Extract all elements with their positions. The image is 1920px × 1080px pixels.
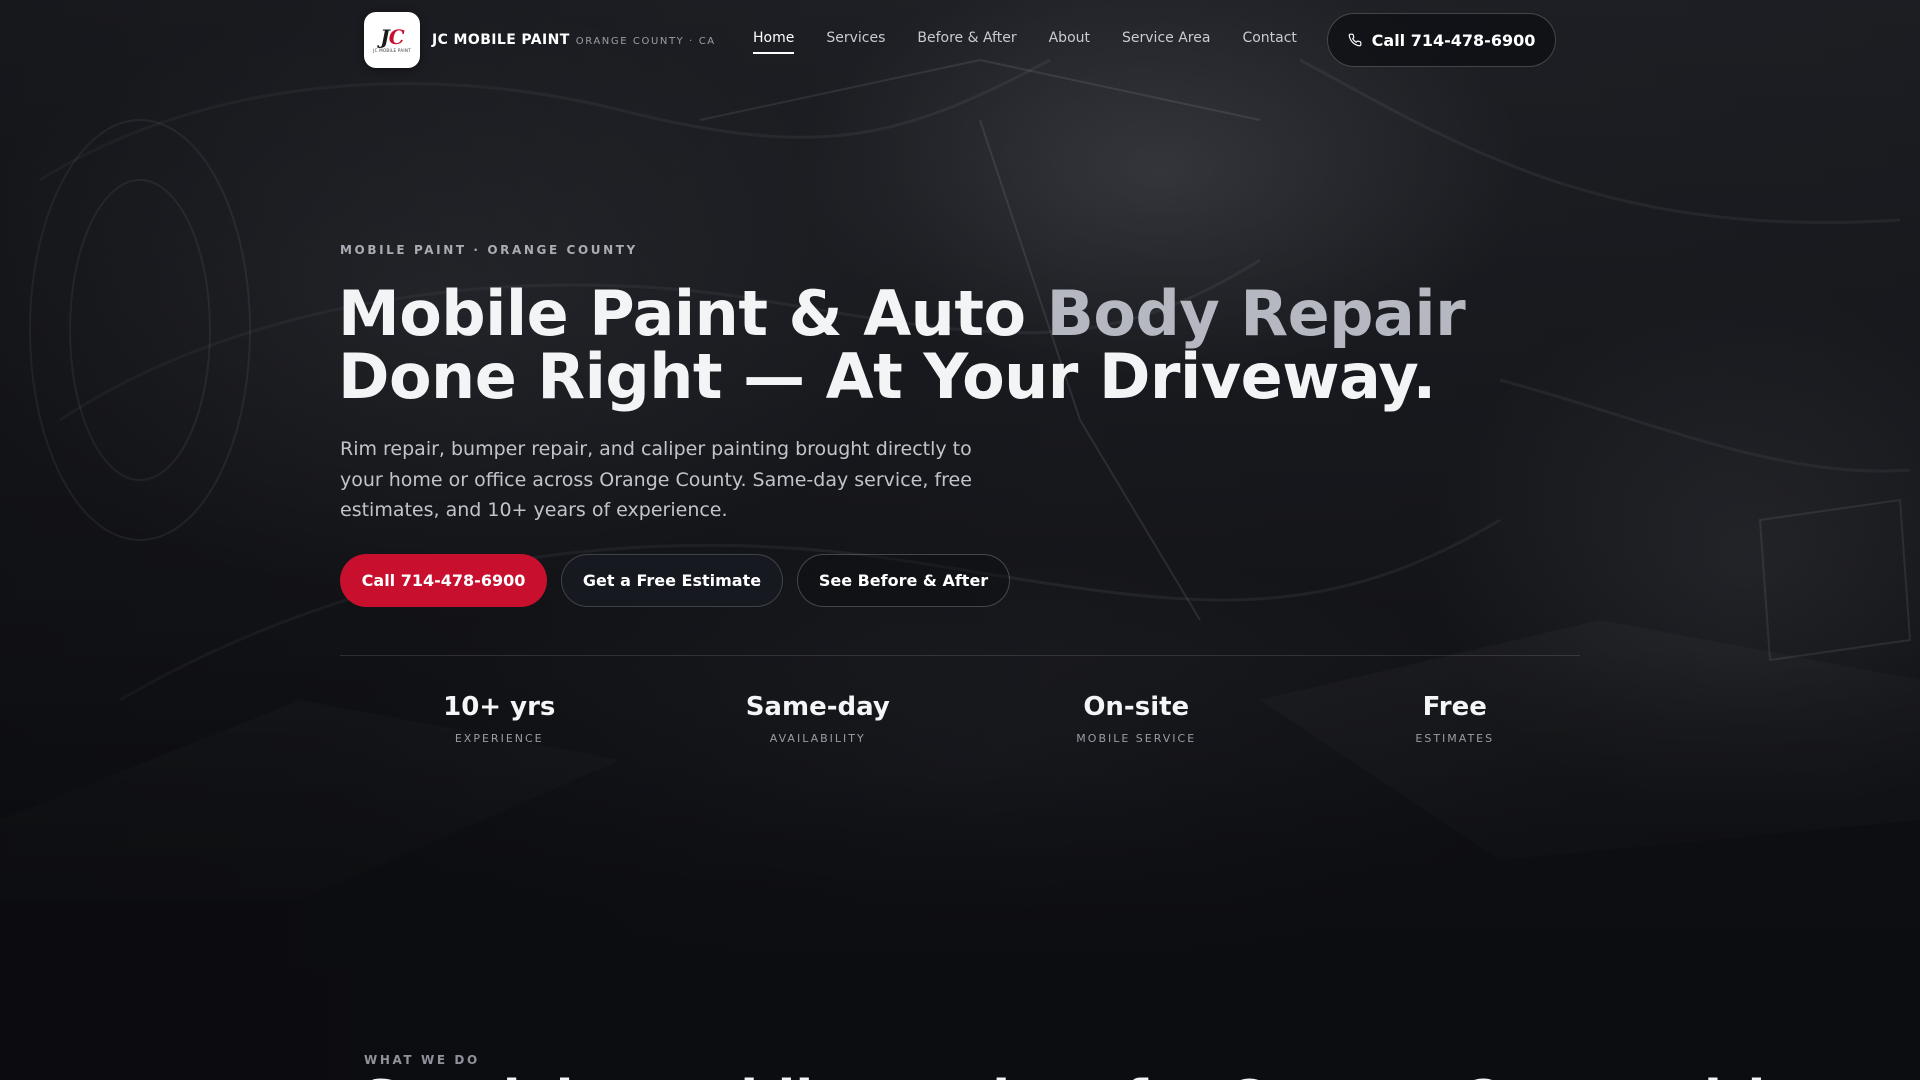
hero-overlay bbox=[0, 0, 1920, 1080]
nav-service-area[interactable]: Service Area bbox=[1122, 30, 1210, 54]
brand[interactable]: JC JC MOBILE PAINT JC MOBILE PAINT ORANG… bbox=[364, 12, 716, 68]
nav-contact[interactable]: Contact bbox=[1242, 30, 1296, 54]
hero-cta-row: Call 714-478-6900 Get a Free Estimate Se… bbox=[340, 554, 1010, 607]
hero-eyebrow: MOBILE PAINT · ORANGE COUNTY bbox=[340, 243, 638, 257]
phone-icon bbox=[1348, 33, 1362, 47]
stat-label: ESTIMATES bbox=[1415, 732, 1495, 745]
stat-label: EXPERIENCE bbox=[454, 732, 544, 745]
before-after-button[interactable]: See Before & After bbox=[797, 554, 1010, 607]
stat-estimates: Free ESTIMATES bbox=[1296, 690, 1615, 745]
stat-value: 10+ yrs bbox=[443, 692, 556, 722]
section-title: Specialty mobile services for Orange Cou… bbox=[362, 1070, 1891, 1080]
hero-subcopy: Rim repair, bumper repair, and caliper p… bbox=[340, 438, 972, 521]
section-eyebrow: WHAT WE DO bbox=[364, 1053, 480, 1067]
logo[interactable]: JC JC MOBILE PAINT bbox=[364, 12, 420, 68]
header-call-button[interactable]: Call 714-478-6900 bbox=[1327, 13, 1556, 67]
call-button[interactable]: Call 714-478-6900 bbox=[340, 554, 547, 607]
stat-label: AVAILABILITY bbox=[769, 732, 866, 745]
stat-value: On-site bbox=[1083, 692, 1190, 722]
nav-home[interactable]: Home bbox=[753, 30, 795, 54]
nav-services[interactable]: Services bbox=[826, 30, 885, 54]
logo-mark: JC bbox=[380, 24, 404, 49]
main-nav: Home Services Before & After About Servi… bbox=[753, 30, 1329, 54]
free-estimate-button[interactable]: Get a Free Estimate bbox=[561, 554, 783, 607]
stat-experience: 10+ yrs EXPERIENCE bbox=[340, 690, 659, 745]
nav-before-after[interactable]: Before & After bbox=[917, 30, 1016, 54]
stat-availability: Same-day AVAILABILITY bbox=[659, 690, 978, 745]
stat-value: Same-day bbox=[745, 692, 890, 722]
site-header: JC JC MOBILE PAINT JC MOBILE PAINT ORANG… bbox=[0, 0, 1920, 80]
nav-about[interactable]: About bbox=[1049, 30, 1090, 54]
stat-value: Free bbox=[1422, 692, 1487, 722]
hero-headline: Mobile Paint & Auto Body Repair Done Righ… bbox=[338, 277, 1466, 413]
brand-location: ORANGE COUNTY · CA bbox=[575, 35, 716, 47]
hero-stats: 10+ yrs EXPERIENCE Same-day AVAILABILITY… bbox=[340, 690, 1614, 745]
stat-mobile-service: On-site MOBILE SERVICE bbox=[977, 690, 1296, 745]
brand-name: JC MOBILE PAINT bbox=[432, 32, 570, 48]
header-call-label: Call 714-478-6900 bbox=[1371, 30, 1536, 50]
hero-divider bbox=[340, 655, 1580, 656]
logo-subtext: JC MOBILE PAINT bbox=[373, 47, 411, 53]
stat-label: MOBILE SERVICE bbox=[1076, 732, 1197, 745]
